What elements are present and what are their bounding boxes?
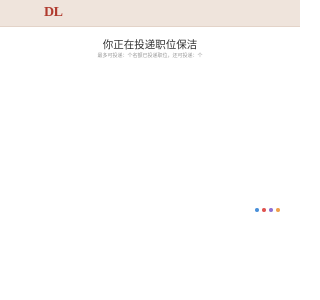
loading-dot-icon	[276, 208, 280, 212]
brand-logo[interactable]: DL	[44, 5, 63, 21]
page-title: 你正在投递职位保洁	[102, 39, 198, 51]
loading-dot-icon	[255, 208, 259, 212]
loading-indicator	[255, 208, 280, 212]
application-quota-text: 最多可投递：个名额已投递职位，还可投递：个	[97, 53, 203, 59]
loading-dot-icon	[269, 208, 273, 212]
loading-dot-icon	[262, 208, 266, 212]
header-bar: DL	[0, 0, 300, 27]
